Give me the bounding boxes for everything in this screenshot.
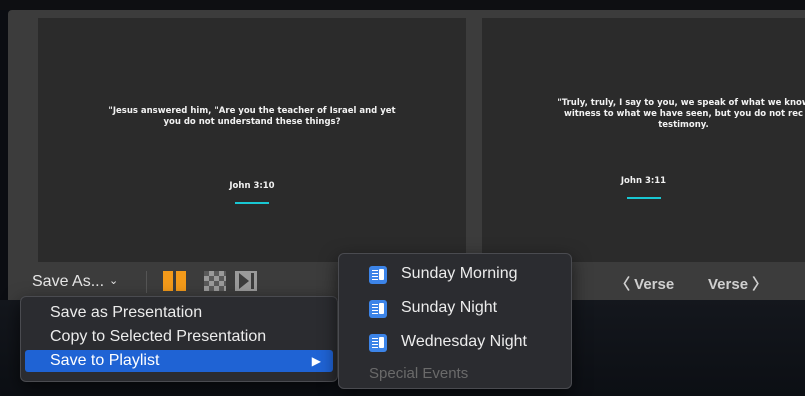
save-as-context-menu: Save as Presentation Copy to Selected Pr…	[20, 296, 338, 382]
slide-preview-john-3-11[interactable]: "Truly, truly, I say to you, we speak of…	[482, 18, 805, 262]
slide-verse-reference: John 3:11	[620, 176, 667, 186]
menu-item-label: Copy to Selected Presentation	[50, 328, 267, 345]
save-as-label: Save As...	[32, 273, 105, 290]
chevron-down-icon: ⌄	[109, 275, 119, 287]
slide-accent-line	[626, 197, 661, 199]
menu-item-save-as-presentation[interactable]: Save as Presentation	[25, 302, 333, 324]
menu-item-copy-to-selected-presentation[interactable]: Copy to Selected Presentation	[25, 326, 333, 348]
previous-verse-button[interactable]: 〈 Verse	[615, 273, 674, 294]
window-top-band	[0, 0, 805, 10]
next-verse-button[interactable]: Verse 〉	[708, 273, 767, 294]
playlist-item-label: Sunday Night	[401, 299, 498, 316]
dual-column-layout-icon[interactable]	[163, 271, 187, 291]
play-forward-icon[interactable]	[235, 271, 257, 291]
menu-item-label: Save as Presentation	[50, 304, 203, 321]
toolbar-divider	[146, 271, 147, 293]
slide-verse-text: "Truly, truly, I say to you, we speak of…	[557, 98, 805, 130]
slide-accent-line	[235, 202, 269, 204]
checkerboard-transparency-icon[interactable]	[204, 271, 226, 291]
playlist-item-wednesday-night[interactable]: Wednesday Night	[369, 330, 527, 354]
menu-item-save-to-playlist[interactable]: Save to Playlist ▶	[25, 350, 333, 372]
save-as-dropdown[interactable]: Save As... ⌄	[32, 273, 118, 291]
playlist-icon	[369, 300, 387, 318]
slide-preview-john-3-10[interactable]: "Jesus answered him, "Are you the teache…	[38, 18, 466, 262]
playlist-item-label: Sunday Morning	[401, 265, 518, 282]
playlist-submenu: Sunday Morning Sunday Night Wednesday Ni…	[338, 253, 572, 389]
playlist-icon	[369, 334, 387, 352]
playlist-item-sunday-morning[interactable]: Sunday Morning	[369, 262, 518, 286]
slide-verse-text: "Jesus answered him, "Are you the teache…	[108, 106, 396, 127]
slide-verse-reference: John 3:10	[229, 181, 275, 191]
playlist-item-label: Wednesday Night	[401, 333, 527, 350]
playlist-icon	[369, 266, 387, 284]
menu-item-label: Save to Playlist	[50, 352, 160, 369]
submenu-arrow-icon: ▶	[311, 354, 321, 368]
playlist-section-special-events: Special Events	[369, 365, 469, 382]
playlist-item-sunday-night[interactable]: Sunday Night	[369, 296, 497, 320]
